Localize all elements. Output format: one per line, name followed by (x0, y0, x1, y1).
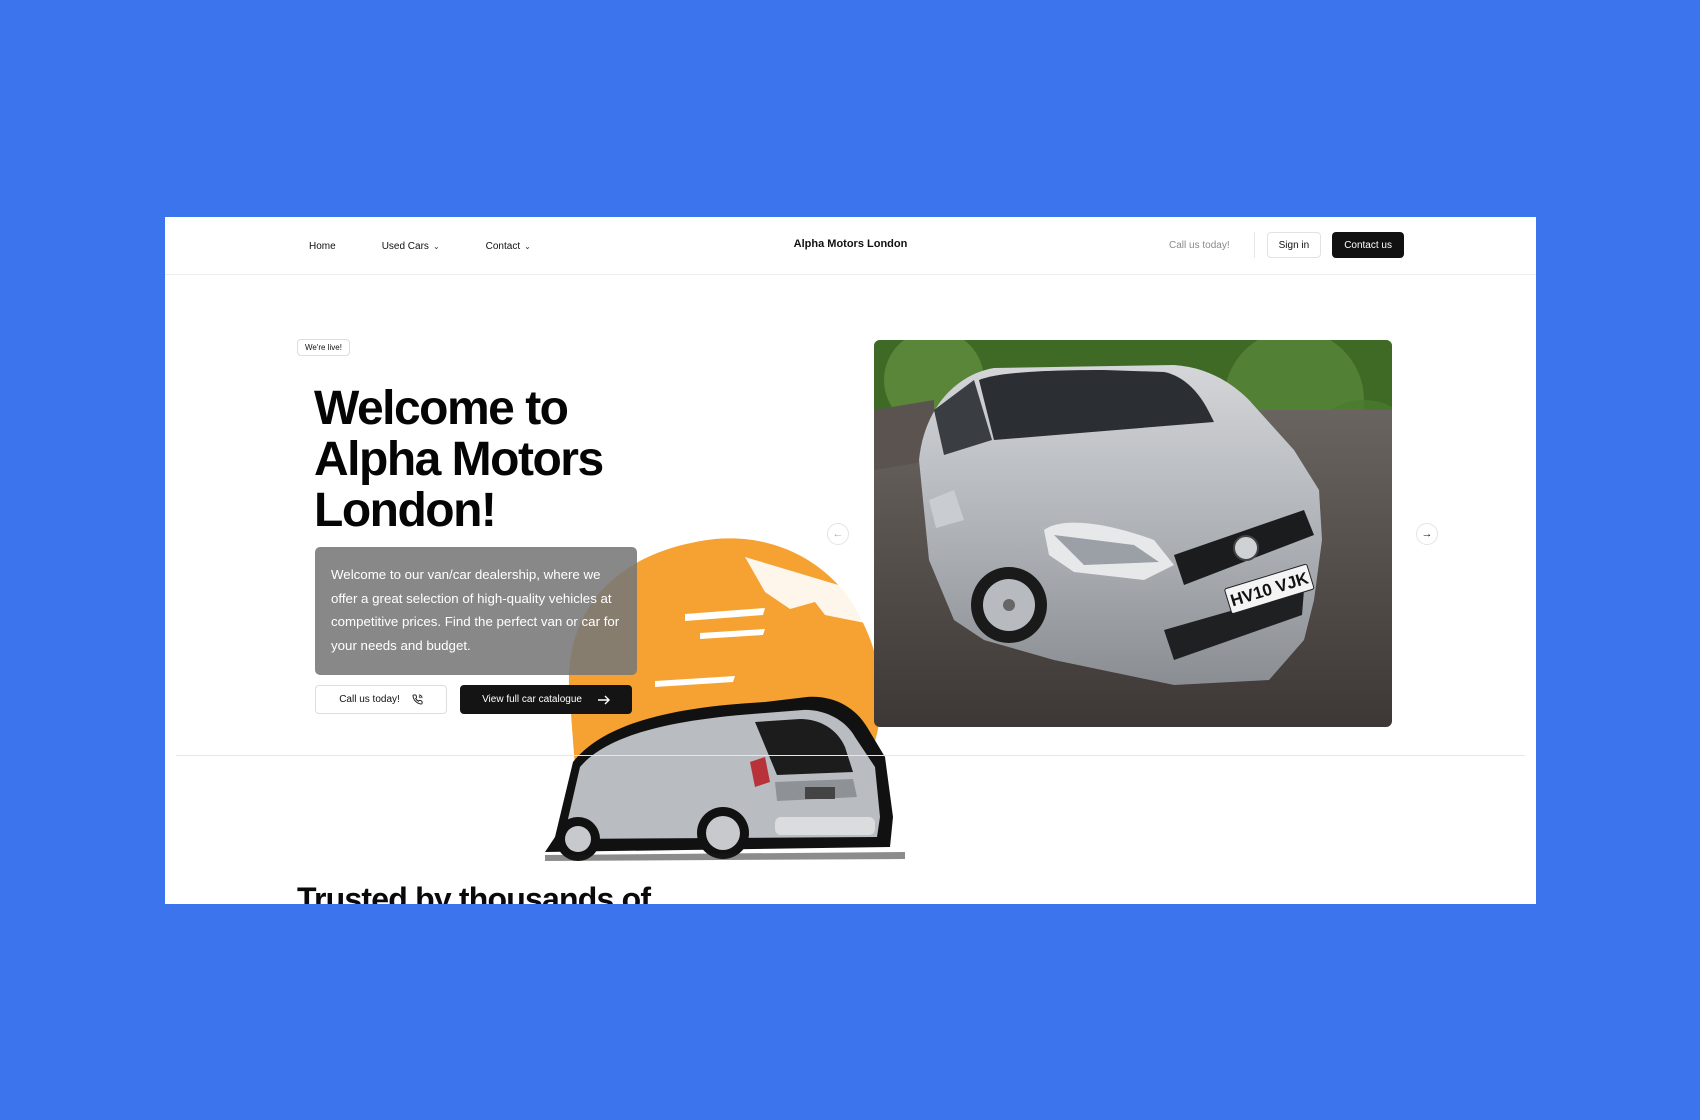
vw-logo (1233, 535, 1259, 561)
top-navbar: Home Used Cars ⌄ Contact ⌄ Alpha Motors … (165, 217, 1536, 275)
arrow-right-icon: → (1421, 528, 1433, 540)
nav-divider (1253, 232, 1255, 258)
carousel-next-button[interactable]: → (1416, 523, 1438, 545)
call-us-label: Call us today! (339, 694, 400, 705)
section-divider (176, 755, 1525, 756)
car-photo: HV10 VJK (874, 340, 1392, 727)
car-photo-art: HV10 VJK (874, 340, 1392, 727)
sign-in-button[interactable]: Sign in (1266, 232, 1322, 258)
arrow-left-icon: ← (832, 528, 844, 540)
contact-us-button[interactable]: Contact us (1332, 232, 1404, 258)
page-frame: Home Used Cars ⌄ Contact ⌄ Alpha Motors … (165, 217, 1536, 904)
view-catalogue-button[interactable]: View full car catalogue (460, 685, 632, 714)
phone-icon (412, 694, 423, 705)
live-badge: We're live! (297, 339, 350, 356)
hero-title: Welcome to Alpha Motors London! (314, 382, 604, 537)
hero-description: Welcome to our van/car dealership, where… (315, 547, 637, 675)
view-catalogue-label: View full car catalogue (482, 694, 582, 705)
carousel-prev-button[interactable]: ← (827, 523, 849, 545)
arrow-right-icon (597, 695, 610, 704)
trusted-heading: Trusted by thousands of (297, 881, 651, 904)
call-us-link[interactable]: Call us today! (1169, 240, 1230, 251)
call-us-button[interactable]: Call us today! (315, 685, 447, 714)
nav-actions: Call us today! Sign in Contact us (1169, 232, 1404, 258)
